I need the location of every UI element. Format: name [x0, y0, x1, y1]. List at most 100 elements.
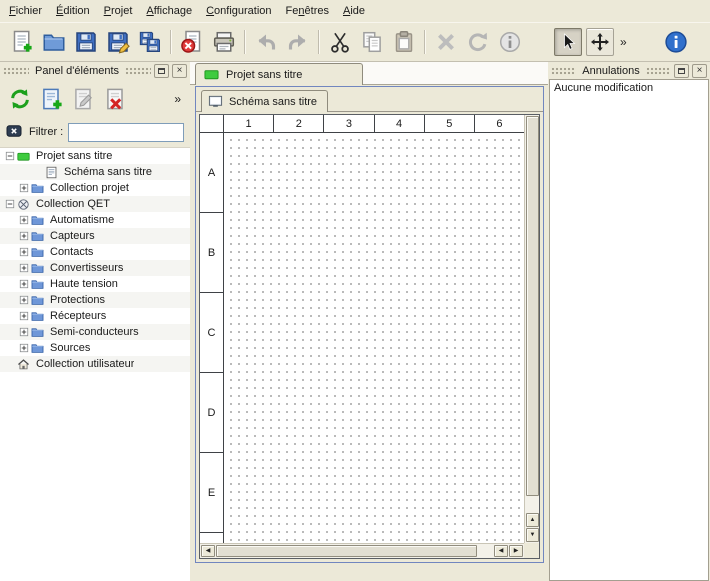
vertical-scrollbar[interactable]: ▲ ▼	[524, 115, 539, 543]
reload-collections-button[interactable]	[6, 85, 34, 113]
scroll-left-button-2[interactable]: ◀	[494, 545, 508, 557]
float-panel-button[interactable]	[674, 64, 689, 78]
elements-panel-title: Panel d'éléments	[32, 65, 122, 77]
scroll-down-button[interactable]: ▼	[526, 528, 539, 542]
grid-row-d: D	[200, 373, 223, 453]
close-icon: ×	[697, 66, 703, 76]
save-as-button[interactable]	[104, 28, 132, 56]
menu-projet[interactable]: Projet	[97, 2, 140, 20]
panel-overflow-chevron[interactable]: »	[174, 92, 186, 106]
open-project-button[interactable]	[40, 28, 68, 56]
folder-icon	[31, 310, 46, 323]
grid-column-6: 6	[475, 115, 524, 132]
schema-tab-bar: Schéma sans titre	[196, 87, 543, 112]
project-window: Schéma sans titre 123456 ABCDE ▲ ▼ ◀	[195, 86, 544, 563]
menu-affichage[interactable]: Affichage	[139, 2, 199, 20]
tree-item-semi-conducteurs[interactable]: Semi-conducteurs	[0, 324, 190, 340]
scroll-up-button[interactable]: ▲	[526, 513, 539, 527]
scroll-right-button[interactable]: ▶	[509, 545, 523, 557]
scroll-left-button[interactable]: ◀	[201, 545, 215, 557]
filter-input[interactable]	[68, 123, 184, 142]
tree-item-capteurs[interactable]: Capteurs	[0, 228, 190, 244]
tree-item-collection-qet[interactable]: Collection QET	[0, 196, 190, 212]
expand-icon[interactable]	[17, 182, 30, 195]
tree-item-sources[interactable]: Sources	[0, 340, 190, 356]
tree-item-contacts[interactable]: Contacts	[0, 244, 190, 260]
save-as-icon	[106, 30, 130, 54]
tree-item-protections[interactable]: Protections	[0, 292, 190, 308]
rotate-icon	[466, 30, 490, 54]
paste-icon	[392, 30, 416, 54]
undo-panel-titlebar[interactable]: Annulations ×	[548, 62, 710, 79]
close-project-button[interactable]	[178, 28, 206, 56]
print-button[interactable]	[210, 28, 238, 56]
expand-icon[interactable]	[17, 230, 30, 243]
pan-mode-button[interactable]	[586, 28, 614, 56]
schema-canvas[interactable]	[224, 133, 524, 543]
tab-project[interactable]: Projet sans titre	[195, 63, 363, 85]
cut-button[interactable]	[326, 28, 354, 56]
folder-icon	[31, 214, 46, 227]
toolbar-overflow-chevron[interactable]: »	[616, 35, 631, 49]
copy-button	[358, 28, 386, 56]
float-panel-button[interactable]	[154, 64, 169, 78]
expand-icon[interactable]	[17, 246, 30, 259]
close-panel-button[interactable]: ×	[172, 64, 187, 78]
folder-icon	[31, 262, 46, 275]
undo-empty-item[interactable]: Aucune modification	[550, 80, 708, 96]
expand-icon[interactable]	[17, 294, 30, 307]
folder-icon	[31, 278, 46, 291]
elements-panel: Panel d'éléments × » Filtrer : Projet sa…	[0, 62, 190, 581]
tab-schema[interactable]: Schéma sans titre	[201, 90, 328, 112]
tree-item-haute-tension[interactable]: Haute tension	[0, 276, 190, 292]
project-workspace: Projet sans titre Schéma sans titre 1234…	[190, 62, 548, 581]
expand-icon[interactable]	[17, 310, 30, 323]
about-qet-button[interactable]	[662, 28, 690, 56]
filter-label: Filtrer :	[29, 126, 63, 138]
grid-column-header: 123456	[224, 115, 524, 133]
tree-item-schema-sans-titre[interactable]: Schéma sans titre	[0, 164, 190, 180]
folder-icon	[31, 182, 46, 195]
expand-icon[interactable]	[17, 278, 30, 291]
close-panel-button[interactable]: ×	[692, 64, 707, 78]
new-project-button[interactable]	[8, 28, 36, 56]
tree-item-label: Capteurs	[50, 230, 95, 242]
expand-icon[interactable]	[17, 342, 30, 355]
scrollbar-corner	[524, 543, 539, 558]
vertical-scrollbar-thumb[interactable]	[526, 116, 539, 496]
home-icon	[17, 358, 32, 371]
horizontal-scrollbar[interactable]: ◀ ◀ ▶	[200, 543, 524, 558]
expand-icon[interactable]	[17, 262, 30, 275]
about-toolbar	[660, 28, 692, 56]
tree-item-convertisseurs[interactable]: Convertisseurs	[0, 260, 190, 276]
tree-item-collection-projet[interactable]: Collection projet	[0, 180, 190, 196]
elements-panel-titlebar[interactable]: Panel d'éléments ×	[0, 62, 190, 79]
expand-icon[interactable]	[17, 214, 30, 227]
qet-icon	[17, 198, 32, 211]
undo-history-list: Aucune modification	[549, 79, 709, 581]
menu-aide[interactable]: Aide	[336, 2, 372, 20]
save-all-button[interactable]	[136, 28, 164, 56]
tree-item-projet-sans-titre[interactable]: Projet sans titre	[0, 148, 190, 164]
collapse-icon[interactable]	[3, 198, 16, 211]
grid-column-5: 5	[425, 115, 475, 132]
tree-item-recepteurs[interactable]: Récepteurs	[0, 308, 190, 324]
collapse-icon[interactable]	[3, 150, 16, 163]
delete-element-button[interactable]	[102, 85, 130, 113]
menu-edition[interactable]: Édition	[49, 2, 97, 20]
element-info-button	[496, 28, 524, 56]
menu-configuration[interactable]: Configuration	[199, 2, 278, 20]
horizontal-scrollbar-thumb[interactable]	[216, 545, 477, 557]
tree-item-label: Collection QET	[36, 198, 110, 210]
filter-clear-button[interactable]	[6, 124, 24, 140]
tree-item-automatisme[interactable]: Automatisme	[0, 212, 190, 228]
select-mode-button[interactable]	[554, 28, 582, 56]
save-button[interactable]	[72, 28, 100, 56]
tree-item-collection-utilisateur[interactable]: Collection utilisateur	[0, 356, 190, 372]
project-icon	[204, 67, 219, 82]
expand-icon[interactable]	[17, 326, 30, 339]
new-element-button[interactable]	[38, 85, 66, 113]
menu-fenetres[interactable]: Fenêtres	[279, 2, 336, 20]
print-icon	[212, 30, 236, 54]
menu-fichier[interactable]: Fichier	[2, 2, 49, 20]
